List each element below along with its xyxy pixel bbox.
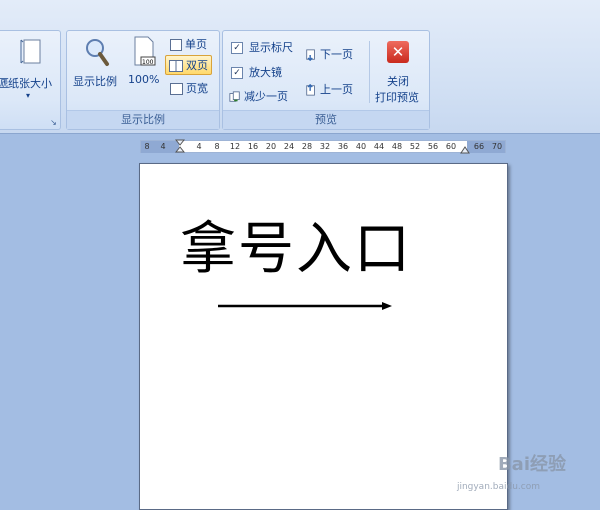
ruler-tick-label: 28 [301,142,313,151]
show-ruler-label: 显示标尺 [249,41,293,54]
next-page-icon [306,49,315,61]
ruler-tick-label: 56 [427,142,439,151]
close-label-line1: 关闭 [387,75,409,88]
ruler-tick-label: 52 [409,142,421,151]
horizontal-ruler[interactable]: 8 4 4 8 12 16 20 24 28 32 36 40 44 48 52 56 60 66 70 [140,139,506,154]
next-page-label: 下一页 [320,48,353,61]
page-width-button[interactable]: 页宽 [167,79,211,97]
shrink-page-icon [229,91,240,102]
two-pages-label: 双页 [186,59,208,72]
right-indent-marker[interactable] [460,146,470,154]
zoom-100-button[interactable]: 100 100% [125,33,163,107]
magnifier-check-icon: ✓ [231,67,243,79]
ruler-tick-label: 12 [229,142,241,151]
magnifier-icon [86,39,109,66]
ruler-tick-label: 32 [319,142,331,151]
svg-text:100: 100 [142,59,154,66]
close-icon: ✕ [387,41,409,63]
baidu-jingyan-watermark: Bai经验 [497,454,566,475]
next-page-button[interactable]: 下一页 [305,46,353,62]
page-100-icon: 100 [134,36,156,66]
prev-page-label: 上一页 [320,83,353,96]
right-arrow-icon [218,302,392,310]
page-width-icon [170,83,183,95]
ruler-tick-label: 70 [491,142,503,151]
preview-group-label: 预览 [223,110,429,129]
zoom-group: 显示比例 100 100% 单页 双页 页宽 显示比例 [66,30,220,130]
partial-left-button-glyph[interactable]: 㔸 [0,75,9,91]
ruler-tick-label: 66 [473,142,485,151]
document-heading: 拿号入口 [180,217,412,282]
watermark-url: jingyan.baidu.com [456,482,540,492]
zoom-group-label: 显示比例 [67,110,219,129]
shrink-one-page-button[interactable]: 减少一页 [229,88,288,104]
chevron-down-icon: ▾ [26,91,31,100]
paper-size-icon [20,39,41,64]
ruler-tick-label: 40 [355,142,367,151]
magnifier-label: 放大镜 [249,66,282,79]
single-page-button[interactable]: 单页 [167,35,210,53]
page-setup-group: 纸张大小 ▾ 㔸 ↘ [0,30,61,130]
paper-size-button[interactable]: 纸张大小 ▾ [4,35,58,107]
zoom-100-label: 100% [128,73,160,86]
page-width-label: 页宽 [186,82,208,95]
single-page-icon [170,39,182,51]
ribbon: 纸张大小 ▾ 㔸 ↘ 显示比例 100 100% 单页 双页 页宽 显示比例 ✓… [0,0,600,134]
ruler-tick-label: 48 [391,142,403,151]
shrink-one-page-label: 减少一页 [244,90,288,103]
group-divider [369,41,370,103]
single-page-label: 单页 [185,38,207,51]
show-ruler-checkbox[interactable]: ✓ 显示标尺 [231,39,293,55]
magnifier-checkbox[interactable]: ✓ 放大镜 [231,64,282,80]
ruler-tick-label: 60 [445,142,457,151]
paper-size-label: 纸张大小 [8,77,52,90]
prev-page-button[interactable]: 上一页 [305,81,353,97]
ruler-tick-label: 16 [247,142,259,151]
ruler-tick-label: 8 [214,142,220,151]
prev-page-icon [306,84,315,96]
dialog-launcher-icon[interactable]: ↘ [49,118,58,127]
two-pages-icon [169,60,183,72]
first-line-indent-marker[interactable] [175,139,185,153]
zoom-button[interactable]: 显示比例 [70,33,122,107]
ruler-tick-label: 20 [265,142,277,151]
ruler-tick-label: 4 [160,142,166,151]
ruler-tick-label: 4 [196,142,202,151]
zoom-button-label: 显示比例 [73,75,117,88]
show-ruler-check-icon: ✓ [231,42,243,54]
document-page: 拿号入口 [139,163,508,510]
ruler-tick-label: 24 [283,142,295,151]
close-print-preview-button[interactable]: ✕ 关闭 打印预览 [373,35,427,107]
ruler-tick-label: 8 [144,142,150,151]
close-label-line2: 打印预览 [375,91,419,104]
ruler-tick-label: 44 [373,142,385,151]
two-pages-button[interactable]: 双页 [165,55,212,75]
ruler-tick-label: 36 [337,142,349,151]
preview-group: ✓ 显示标尺 ✓ 放大镜 减少一页 下一页 上一页 ✕ 关闭 打印预览 预览 [222,30,430,130]
